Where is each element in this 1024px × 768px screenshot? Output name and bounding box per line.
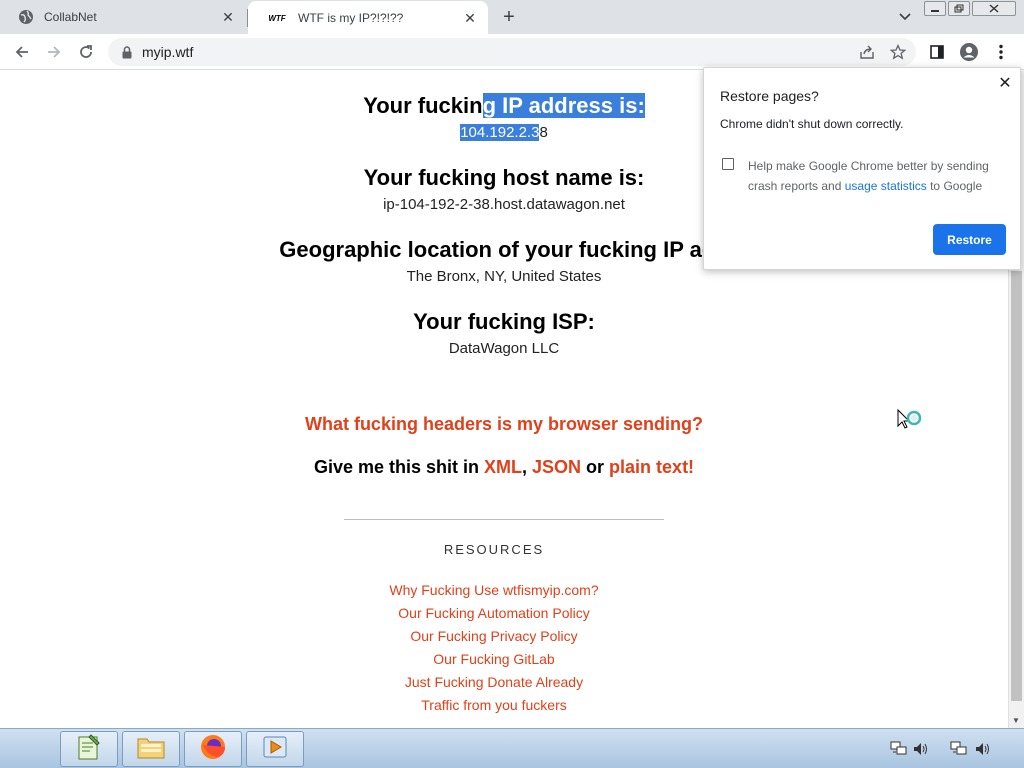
taskbar-media-player-button[interactable] xyxy=(246,731,304,767)
isp-value: DataWagon LLC xyxy=(448,340,560,357)
firefox-icon xyxy=(199,733,227,766)
volume-tray-icon-2[interactable] xyxy=(974,741,992,757)
restore-button[interactable]: Restore xyxy=(933,224,1006,255)
formats-separator: , xyxy=(521,457,532,477)
busy-cursor-icon xyxy=(896,408,924,436)
taskbar-notepad-plus-button[interactable] xyxy=(60,731,118,767)
profile-avatar-icon[interactable] xyxy=(958,41,980,63)
resource-link-why-use[interactable]: Why Fucking Use wtfismyip.com? xyxy=(0,582,998,598)
network-tray-icon[interactable] xyxy=(890,741,908,757)
taskbar-firefox-button[interactable] xyxy=(184,731,242,767)
wtf-favicon-icon: WTF xyxy=(268,13,286,23)
taskbar xyxy=(0,728,1024,768)
formats-prefix: Give me this shit in xyxy=(313,457,484,477)
menu-kebab-icon[interactable] xyxy=(990,41,1012,63)
minimize-button[interactable] xyxy=(924,1,946,16)
side-panel-icon[interactable] xyxy=(926,41,948,63)
url-text: myip.wtf xyxy=(142,44,194,60)
tab-title: WTF is my IP?!?!?? xyxy=(298,11,404,25)
taskbar-file-explorer-button[interactable] xyxy=(122,731,180,767)
close-icon[interactable]: ✕ xyxy=(996,74,1014,92)
folder-icon xyxy=(136,734,166,765)
resource-link-traffic[interactable]: Traffic from you fuckers xyxy=(0,697,998,713)
reload-button[interactable] xyxy=(74,40,98,64)
scroll-down-arrow-icon[interactable]: ▼ xyxy=(1012,716,1020,725)
restore-pages-dialog: Restore pages? Chrome didn't shut down c… xyxy=(703,67,1021,270)
formats-line: Give me this shit in XML, JSON or plain … xyxy=(0,457,1008,478)
xml-link[interactable]: XML xyxy=(484,457,522,477)
forward-button[interactable] xyxy=(42,40,66,64)
resource-link-automation-policy[interactable]: Our Fucking Automation Policy xyxy=(0,605,998,621)
volume-tray-icon[interactable] xyxy=(912,741,930,757)
window-controls xyxy=(924,1,1016,16)
formats-or: or xyxy=(581,457,610,477)
tab-close-icon[interactable]: ✕ xyxy=(218,7,238,27)
globe-icon xyxy=(18,9,34,25)
headers-link[interactable]: What fucking headers is my browser sendi… xyxy=(0,414,1008,435)
resources-heading: RESOURCES xyxy=(443,542,545,557)
share-icon[interactable] xyxy=(856,41,878,63)
resource-link-gitlab[interactable]: Our Fucking GitLab xyxy=(0,651,998,667)
scrollbar-thumb[interactable] xyxy=(1011,271,1022,701)
tab-title: CollabNet xyxy=(44,10,97,24)
plain-text-link[interactable]: plain text! xyxy=(609,457,694,477)
tab-search-chevron-down-icon[interactable] xyxy=(894,7,916,27)
resource-link-privacy-policy[interactable]: Our Fucking Privacy Policy xyxy=(0,628,998,644)
crash-report-label: Help make Google Chrome better by sendin… xyxy=(748,159,989,193)
usage-statistics-link[interactable]: usage statistics xyxy=(845,179,927,193)
json-link[interactable]: JSON xyxy=(532,457,581,477)
dialog-message: Chrome didn't shut down correctly. xyxy=(720,117,904,131)
close-window-button[interactable] xyxy=(972,1,1016,16)
back-button[interactable] xyxy=(10,40,34,64)
network-tray-icon-2[interactable] xyxy=(950,741,968,757)
isp-heading: Your fucking ISP: xyxy=(413,309,595,334)
divider xyxy=(344,519,664,520)
lock-icon[interactable] xyxy=(120,45,134,59)
tab-strip: CollabNet ✕ WTF WTF is my IP?!?!?? ✕ + xyxy=(0,0,1024,35)
notepad-plus-icon xyxy=(75,733,103,766)
geo-value: The Bronx, NY, United States xyxy=(406,268,602,285)
browser-toolbar: myip.wtf xyxy=(0,34,1024,70)
crash-report-checkbox[interactable] xyxy=(722,158,734,170)
tab-wtf-is-my-ip[interactable]: WTF WTF is my IP?!?!?? ✕ xyxy=(248,1,488,35)
restore-window-button[interactable] xyxy=(948,1,970,16)
dialog-title: Restore pages? xyxy=(720,88,819,104)
tab-collabnet[interactable]: CollabNet ✕ xyxy=(0,0,246,34)
bookmark-star-icon[interactable] xyxy=(887,41,909,63)
new-tab-button[interactable]: + xyxy=(496,5,522,29)
media-player-icon xyxy=(261,734,289,765)
address-bar[interactable]: myip.wtf xyxy=(108,38,916,66)
resource-link-donate[interactable]: Just Fucking Donate Already xyxy=(0,674,998,690)
tab-close-icon[interactable]: ✕ xyxy=(460,8,480,28)
